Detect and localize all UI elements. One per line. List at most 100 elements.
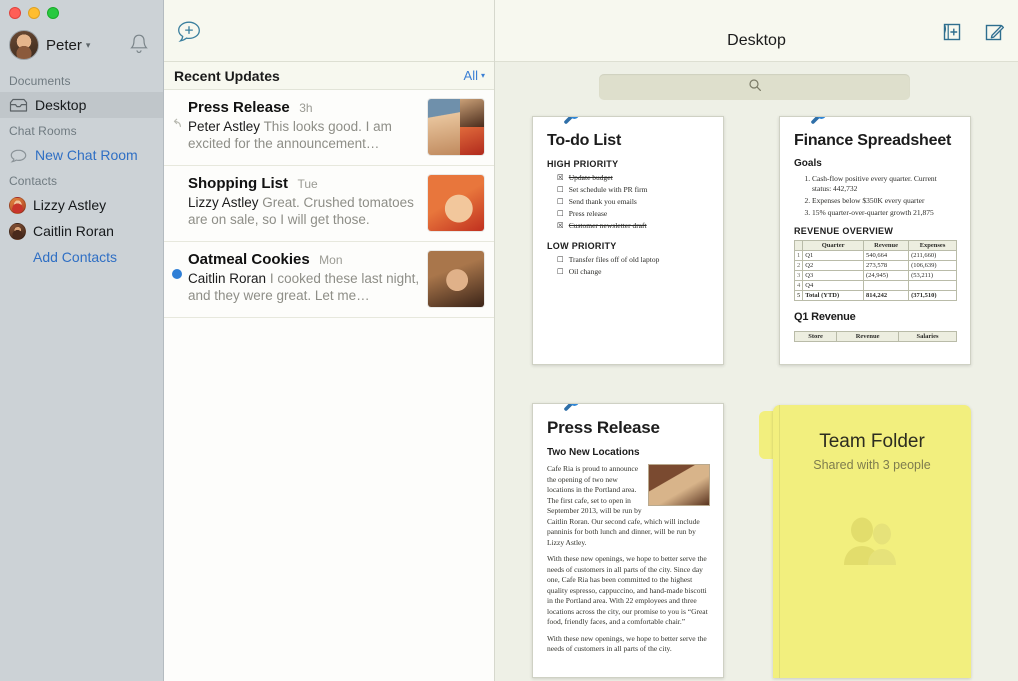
card-body: To-do List HIGH PRIORITY ☒ Update budget … bbox=[533, 117, 723, 278]
sidebar: Peter ▾ Documents Desktop Chat Rooms New… bbox=[0, 0, 164, 681]
goal-item: Expenses below $350K every quarter bbox=[812, 195, 957, 207]
table-col-revenue: Revenue bbox=[863, 240, 910, 251]
team-folder[interactable]: Team Folder Shared with 3 people bbox=[759, 405, 971, 678]
todo-item-label: Transfer files off of old laptop bbox=[568, 255, 660, 264]
cell-expenses: (371,510) bbox=[908, 290, 957, 301]
list-item-body: Shopping List Tue Lizzy Astley Great. Cr… bbox=[188, 175, 428, 231]
list-item-time: 3h bbox=[299, 101, 313, 115]
card-todo-list[interactable]: To-do List HIGH PRIORITY ☒ Update budget … bbox=[532, 116, 724, 365]
list-item-preview: Peter Astley This looks good. I am excit… bbox=[188, 118, 420, 152]
avatar-caitlin bbox=[9, 222, 26, 240]
checkbox-checked-icon[interactable]: ☒ bbox=[557, 173, 564, 183]
list-item-thumbnail[interactable] bbox=[428, 175, 484, 231]
sidebar-item-label: Lizzy Astley bbox=[33, 197, 107, 213]
compose-pencil-icon[interactable] bbox=[982, 20, 1006, 49]
list-item-sender: Peter Astley bbox=[188, 119, 261, 134]
paragraph: With these new openings, we hope to bett… bbox=[547, 633, 707, 654]
sidebar-item-label: Desktop bbox=[35, 97, 87, 113]
checkbox-icon[interactable]: ☐ bbox=[557, 185, 564, 195]
cafe-photo bbox=[648, 464, 710, 506]
card-title: Finance Spreadsheet bbox=[794, 132, 952, 149]
cell-revenue: 273,578 bbox=[863, 260, 910, 271]
list-item-title: Shopping List bbox=[188, 175, 288, 192]
section-label-contacts: Contacts bbox=[9, 174, 58, 188]
checkbox-checked-icon[interactable]: ☒ bbox=[557, 221, 564, 231]
search-field-wrapper[interactable] bbox=[599, 74, 910, 100]
chevron-down-icon[interactable]: ▾ bbox=[86, 40, 91, 51]
goals-list: Cash-flow positive every quarter. Curren… bbox=[812, 173, 957, 219]
card-title: To-do List bbox=[547, 132, 622, 149]
add-folder-icon[interactable] bbox=[940, 20, 964, 49]
checkbox-icon[interactable]: ☐ bbox=[557, 197, 564, 207]
todo-item[interactable]: ☐ Oil change bbox=[547, 266, 710, 278]
todo-item[interactable]: ☐ Set schedule with PR firm bbox=[547, 184, 710, 196]
card-finance-spreadsheet[interactable]: Finance Spreadsheet Goals Cash-flow posi… bbox=[779, 116, 971, 365]
inbox-icon bbox=[9, 98, 28, 113]
q1-revenue-table: Store Revenue Salaries bbox=[793, 331, 957, 342]
todo-item[interactable]: ☐ Transfer files off of old laptop bbox=[547, 254, 710, 266]
cell-expenses: (106,639) bbox=[908, 260, 957, 271]
sidebar-item-lizzy-astley[interactable]: Lizzy Astley bbox=[0, 192, 163, 218]
search-input[interactable] bbox=[599, 74, 910, 100]
add-contacts-button[interactable]: Add Contacts bbox=[0, 244, 163, 270]
todo-item-label: Send thank you emails bbox=[568, 197, 637, 206]
list-item[interactable]: Oatmeal Cookies Mon Caitlin Roran I cook… bbox=[164, 242, 494, 318]
list-item[interactable]: Press Release 3h Peter Astley This looks… bbox=[164, 90, 494, 166]
list-item[interactable]: Shopping List Tue Lizzy Astley Great. Cr… bbox=[164, 166, 494, 242]
list-item-time: Tue bbox=[297, 177, 318, 191]
unread-dot bbox=[172, 269, 182, 279]
todo-section-label: HIGH PRIORITY bbox=[547, 159, 619, 169]
sidebar-item-desktop[interactable]: Desktop bbox=[0, 92, 163, 118]
list-item-thumbnail[interactable] bbox=[428, 99, 484, 155]
table-col-expenses: Expenses bbox=[908, 240, 957, 251]
sidebar-item-new-chat-room[interactable]: New Chat Room bbox=[0, 142, 163, 168]
new-message-bubble-plus-icon[interactable] bbox=[176, 20, 202, 51]
todo-item[interactable]: ☒ Customer newsletter draft bbox=[547, 220, 710, 232]
minimize-button[interactable] bbox=[28, 7, 40, 19]
section-label-chat-rooms: Chat Rooms bbox=[9, 124, 77, 138]
filter-all-dropdown[interactable]: All ▾ bbox=[464, 68, 485, 83]
folder-subtitle: Shared with 3 people bbox=[813, 458, 931, 472]
list-item-sender: Caitlin Roran bbox=[188, 271, 267, 286]
table-col-salaries: Salaries bbox=[898, 331, 957, 342]
cell-index: 3 bbox=[793, 270, 804, 281]
checkbox-icon[interactable]: ☐ bbox=[557, 255, 564, 265]
cell-quarter: Q4 bbox=[802, 280, 865, 291]
cell-revenue: 540,664 bbox=[863, 250, 910, 261]
todo-list-high: ☒ Update budget ☐ Set schedule with PR fir… bbox=[547, 172, 710, 232]
todo-item[interactable]: ☐ Press release bbox=[547, 208, 710, 220]
card-body: Press Release Two New Locations Cafe Ria… bbox=[533, 404, 723, 655]
checkbox-icon[interactable]: ☐ bbox=[557, 267, 564, 277]
bell-icon[interactable] bbox=[129, 32, 149, 56]
table-row: 2 Q2 273,578 (106,639) bbox=[793, 260, 957, 271]
pin-icon bbox=[809, 117, 829, 127]
goal-item: 15% quarter-over-quarter growth 21,875 bbox=[812, 207, 957, 219]
thumb-photo-peter bbox=[428, 99, 460, 155]
card-press-release[interactable]: Press Release Two New Locations Cafe Ria… bbox=[532, 403, 724, 678]
close-button[interactable] bbox=[9, 7, 21, 19]
list-item-preview: Lizzy Astley Great. Crushed tomatoes are… bbox=[188, 194, 420, 228]
q1-revenue-label: Q1 Revenue bbox=[794, 311, 856, 323]
list-item-sender: Lizzy Astley bbox=[188, 195, 259, 210]
list-item-thumbnail[interactable] bbox=[428, 251, 484, 307]
avatar-lizzy bbox=[9, 196, 26, 214]
todo-item-label: Customer newsletter draft bbox=[568, 221, 647, 230]
goals-label: Goals bbox=[794, 158, 822, 169]
zoom-button[interactable] bbox=[47, 7, 59, 19]
checkbox-icon[interactable]: ☐ bbox=[557, 209, 564, 219]
section-label-documents: Documents bbox=[9, 74, 71, 88]
panel-title: Recent Updates bbox=[174, 67, 280, 84]
toolbar-actions bbox=[940, 20, 1006, 49]
card-body: Finance Spreadsheet Goals Cash-flow posi… bbox=[780, 117, 970, 342]
paragraph: With these new openings, we hope to bett… bbox=[547, 554, 708, 626]
todo-item-label: Oil change bbox=[568, 267, 602, 276]
todo-item[interactable]: ☒ Update budget bbox=[547, 172, 710, 184]
pin-icon bbox=[562, 117, 582, 127]
cell-quarter: Q2 bbox=[802, 260, 865, 271]
recent-updates-panel: Recent Updates All ▾ Press Release 3h Pe… bbox=[164, 0, 495, 681]
todo-item[interactable]: ☐ Send thank you emails bbox=[547, 196, 710, 208]
sidebar-item-caitlin-roran[interactable]: Caitlin Roran bbox=[0, 218, 163, 244]
reply-icon bbox=[171, 116, 183, 128]
card-title: Press Release bbox=[547, 418, 660, 437]
table-row: 1 Q1 540,664 (211,660) bbox=[793, 250, 957, 261]
